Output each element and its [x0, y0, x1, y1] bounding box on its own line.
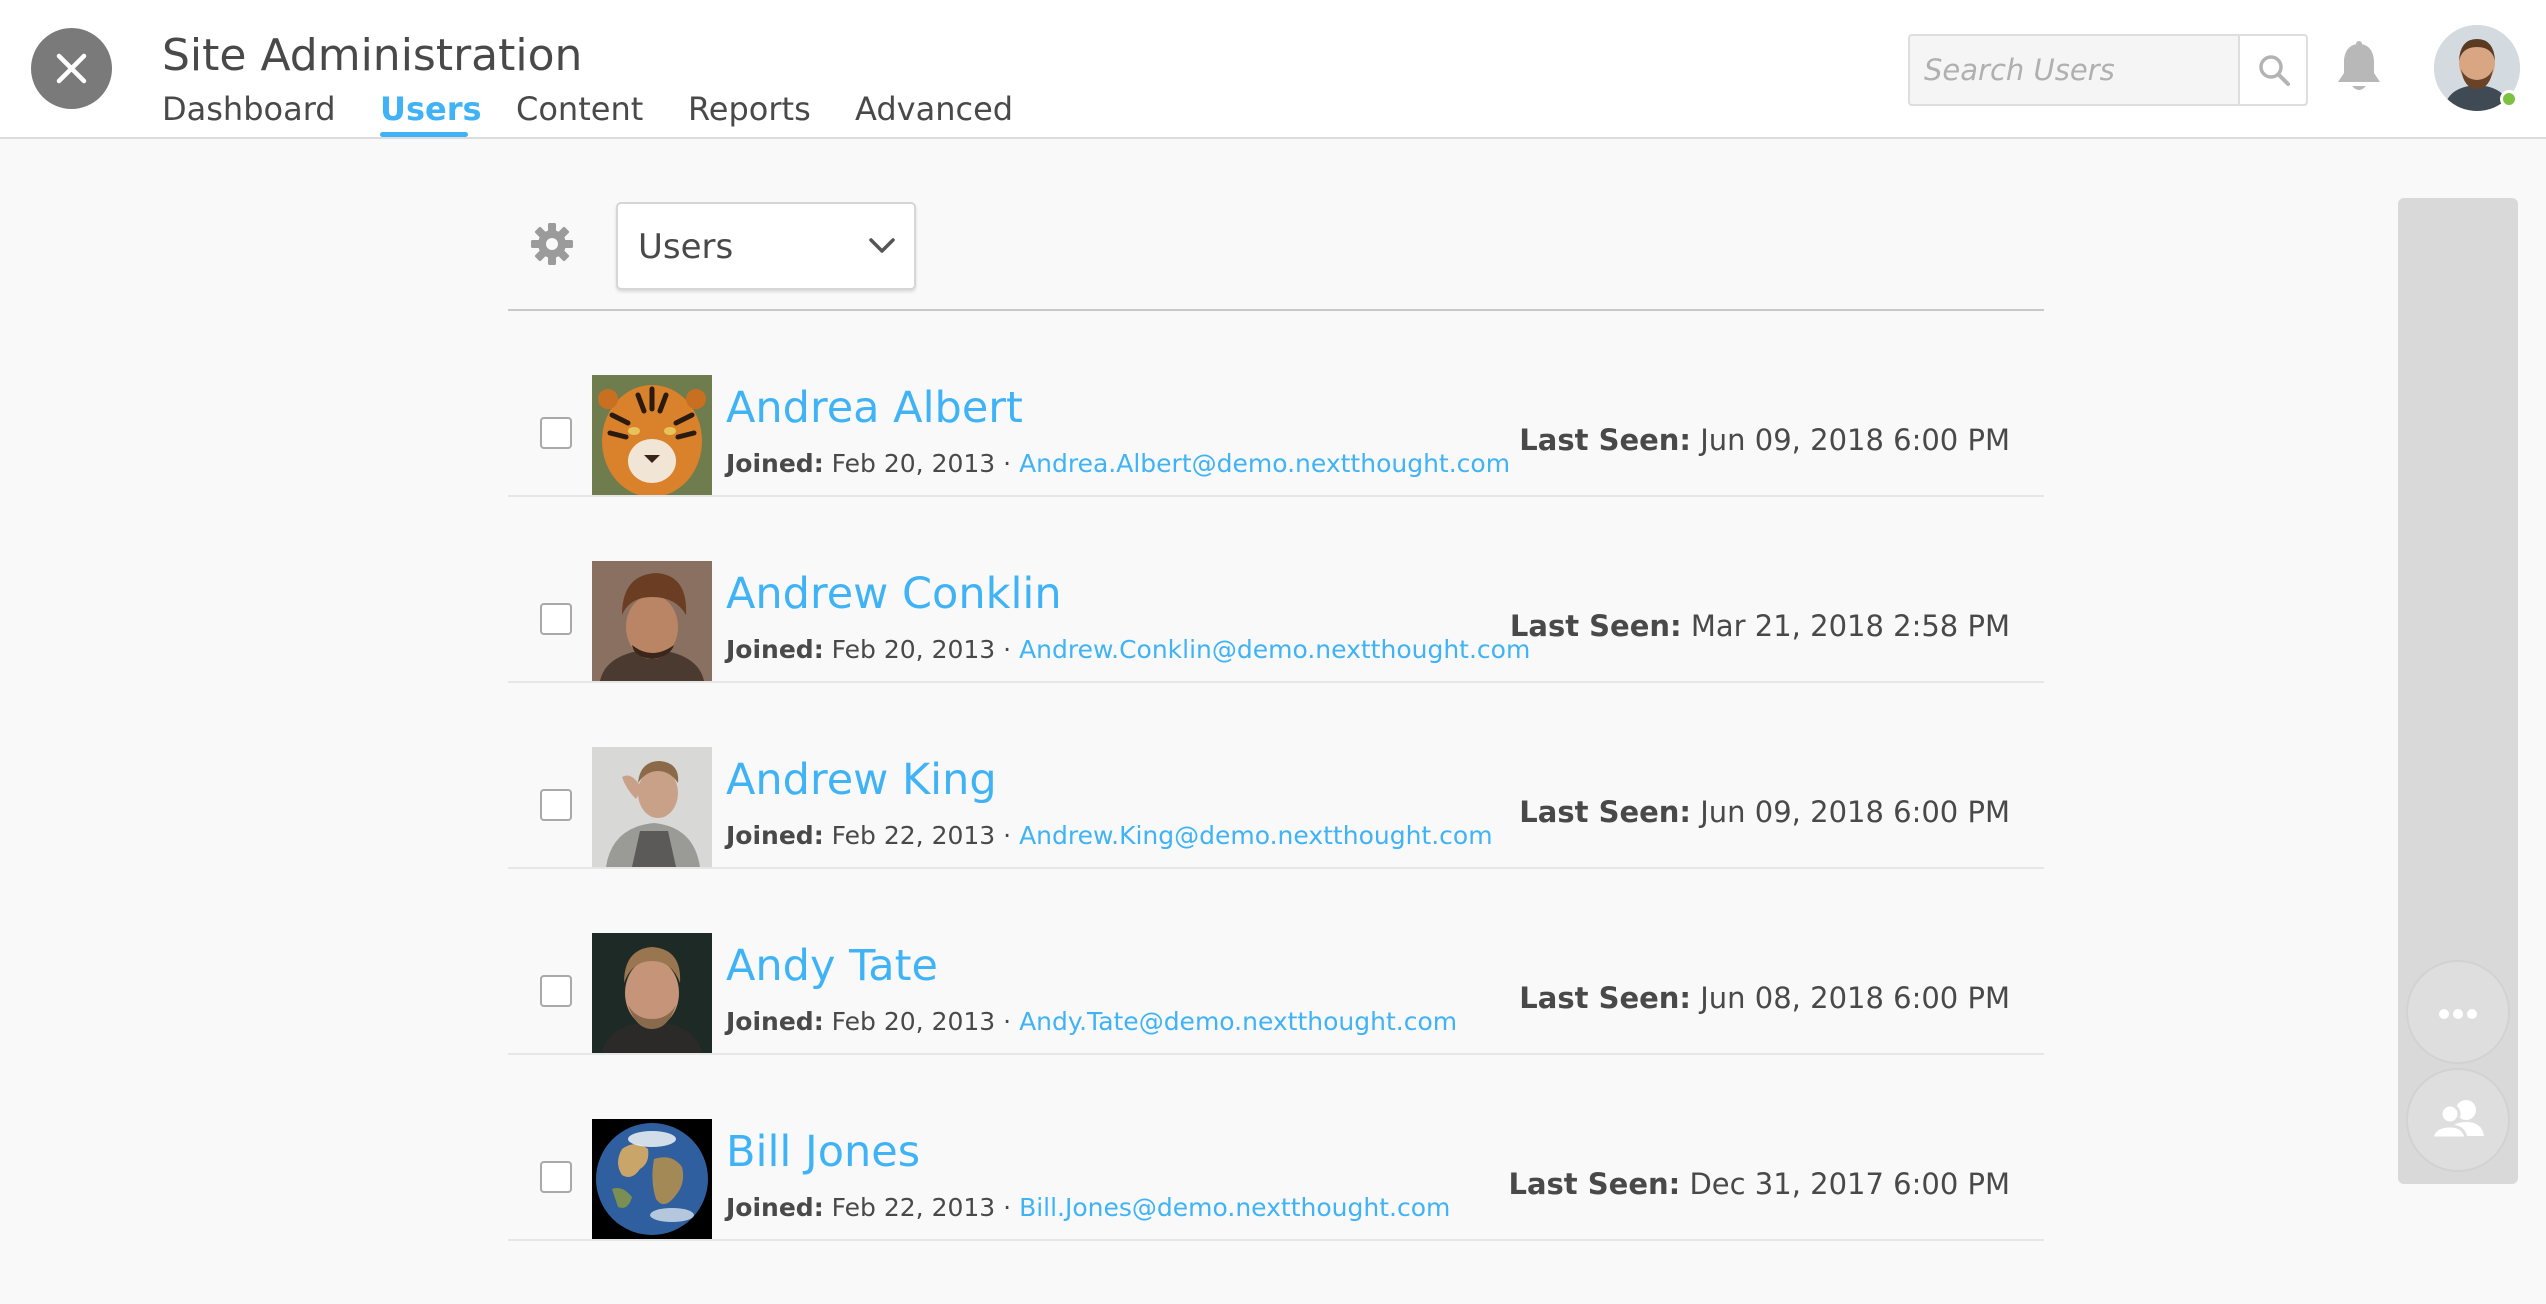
chevron-down-icon — [869, 238, 895, 253]
contacts-icon — [2430, 1100, 2484, 1140]
user-avatar[interactable] — [592, 375, 712, 495]
last-seen: Last Seen: Jun 08, 2018 6:00 PM — [1519, 979, 2010, 1017]
online-status-dot — [2500, 90, 2518, 108]
user-row: Andrew Conklin Joined: Feb 20, 2013 · An… — [508, 497, 2044, 683]
user-row: Andy Tate Joined: Feb 20, 2013 · Andy.Ta… — [508, 869, 2044, 1055]
joined-date: Feb 20, 2013 — [831, 449, 996, 478]
last-seen-value: Dec 31, 2017 6:00 PM — [1689, 1167, 2010, 1201]
last-seen-label: Last Seen: — [1519, 795, 1692, 829]
earth-avatar-image — [592, 1119, 712, 1239]
last-seen-label: Last Seen: — [1508, 1167, 1681, 1201]
user-filter-dropdown[interactable]: Users — [616, 202, 916, 290]
select-user-checkbox[interactable] — [540, 789, 572, 821]
man-plaid-shirt-avatar-image — [592, 747, 712, 867]
last-seen-value: Jun 09, 2018 6:00 PM — [1700, 795, 2010, 829]
user-meta: Joined: Feb 22, 2013 · Bill.Jones@demo.n… — [726, 1192, 1450, 1224]
user-row: Andrew King Joined: Feb 22, 2013 · Andre… — [508, 683, 2044, 869]
select-user-checkbox[interactable] — [540, 417, 572, 449]
user-name-link[interactable]: Andrew Conklin — [726, 567, 1062, 621]
user-avatar[interactable] — [592, 561, 712, 681]
user-search — [1908, 34, 2308, 106]
more-options-icon — [2439, 1009, 2477, 1019]
user-email-link[interactable]: Andrew.Conklin@demo.nextthought.com — [1019, 635, 1530, 664]
search-icon — [2259, 55, 2290, 86]
bell-icon — [2338, 41, 2380, 90]
last-seen-value: Jun 09, 2018 6:00 PM — [1700, 423, 2010, 457]
joined-label: Joined: — [726, 821, 824, 850]
active-tab-indicator — [380, 132, 468, 137]
joined-label: Joined: — [726, 1007, 824, 1036]
user-email-link[interactable]: Bill.Jones@demo.nextthought.com — [1019, 1193, 1450, 1222]
user-name-link[interactable]: Andrew King — [726, 753, 997, 807]
meta-separator: · — [1003, 449, 1012, 478]
last-seen-label: Last Seen: — [1519, 981, 1692, 1015]
tab-advanced[interactable]: Advanced — [855, 88, 1013, 130]
user-avatar[interactable] — [592, 747, 712, 867]
top-header: Site Administration Dashboard Users Cont… — [0, 0, 2546, 139]
joined-date: Feb 22, 2013 — [831, 1193, 996, 1222]
user-name-link[interactable]: Andy Tate — [726, 939, 938, 993]
search-button[interactable] — [2238, 36, 2306, 104]
last-seen: Last Seen: Mar 21, 2018 2:58 PM — [1510, 607, 2010, 645]
close-icon — [56, 53, 87, 84]
user-row: Bill Jones Joined: Feb 22, 2013 · Bill.J… — [508, 1055, 2044, 1241]
last-seen: Last Seen: Jun 09, 2018 6:00 PM — [1519, 421, 2010, 459]
user-email-link[interactable]: Andy.Tate@demo.nextthought.com — [1019, 1007, 1457, 1036]
user-avatar[interactable] — [592, 933, 712, 1053]
search-input[interactable] — [1910, 36, 2238, 104]
joined-label: Joined: — [726, 1193, 824, 1222]
user-meta: Joined: Feb 22, 2013 · Andrew.King@demo.… — [726, 820, 1493, 852]
last-seen: Last Seen: Jun 09, 2018 6:00 PM — [1519, 793, 2010, 831]
last-seen-value: Mar 21, 2018 2:58 PM — [1690, 609, 2010, 643]
joined-label: Joined: — [726, 635, 824, 664]
meta-separator: · — [1003, 1007, 1012, 1036]
user-list: Andrea Albert Joined: Feb 20, 2013 · And… — [508, 311, 2044, 1241]
tab-reports[interactable]: Reports — [688, 88, 811, 130]
meta-separator: · — [1003, 1193, 1012, 1222]
man-beanie-avatar-image — [592, 561, 712, 681]
user-name-link[interactable]: Andrea Albert — [726, 381, 1023, 435]
man-portrait-dark-avatar-image — [592, 933, 712, 1053]
last-seen-value: Jun 08, 2018 6:00 PM — [1700, 981, 2010, 1015]
user-email-link[interactable]: Andrea.Albert@demo.nextthought.com — [1019, 449, 1510, 478]
tab-dashboard[interactable]: Dashboard — [162, 88, 336, 130]
notifications-button[interactable] — [2334, 40, 2384, 96]
user-meta: Joined: Feb 20, 2013 · Andrea.Albert@dem… — [726, 448, 1510, 480]
user-name-link[interactable]: Bill Jones — [726, 1125, 920, 1179]
meta-separator: · — [1003, 821, 1012, 850]
tab-content[interactable]: Content — [516, 88, 643, 130]
meta-separator: · — [1003, 635, 1012, 664]
settings-button[interactable] — [530, 222, 574, 266]
user-meta: Joined: Feb 20, 2013 · Andy.Tate@demo.ne… — [726, 1006, 1457, 1038]
page-title: Site Administration — [162, 30, 583, 81]
joined-label: Joined: — [726, 449, 824, 478]
user-row: Andrea Albert Joined: Feb 20, 2013 · And… — [508, 311, 2044, 497]
select-user-checkbox[interactable] — [540, 1161, 572, 1193]
joined-date: Feb 22, 2013 — [831, 821, 996, 850]
more-options-button[interactable] — [2406, 960, 2510, 1064]
select-user-checkbox[interactable] — [540, 603, 572, 635]
user-email-link[interactable]: Andrew.King@demo.nextthought.com — [1019, 821, 1493, 850]
joined-date: Feb 20, 2013 — [831, 1007, 996, 1036]
contacts-button[interactable] — [2406, 1068, 2510, 1172]
gear-icon — [531, 223, 573, 265]
filter-selected-value: Users — [638, 227, 734, 267]
tab-users[interactable]: Users — [380, 88, 482, 130]
joined-date: Feb 20, 2013 — [831, 635, 996, 664]
last-seen-label: Last Seen: — [1519, 423, 1692, 457]
last-seen-label: Last Seen: — [1509, 609, 1682, 643]
tiger-avatar-image — [592, 375, 712, 495]
close-button[interactable] — [31, 28, 112, 109]
select-user-checkbox[interactable] — [540, 975, 572, 1007]
user-meta: Joined: Feb 20, 2013 · Andrew.Conklin@de… — [726, 634, 1530, 666]
last-seen: Last Seen: Dec 31, 2017 6:00 PM — [1509, 1165, 2011, 1203]
user-avatar[interactable] — [592, 1119, 712, 1239]
